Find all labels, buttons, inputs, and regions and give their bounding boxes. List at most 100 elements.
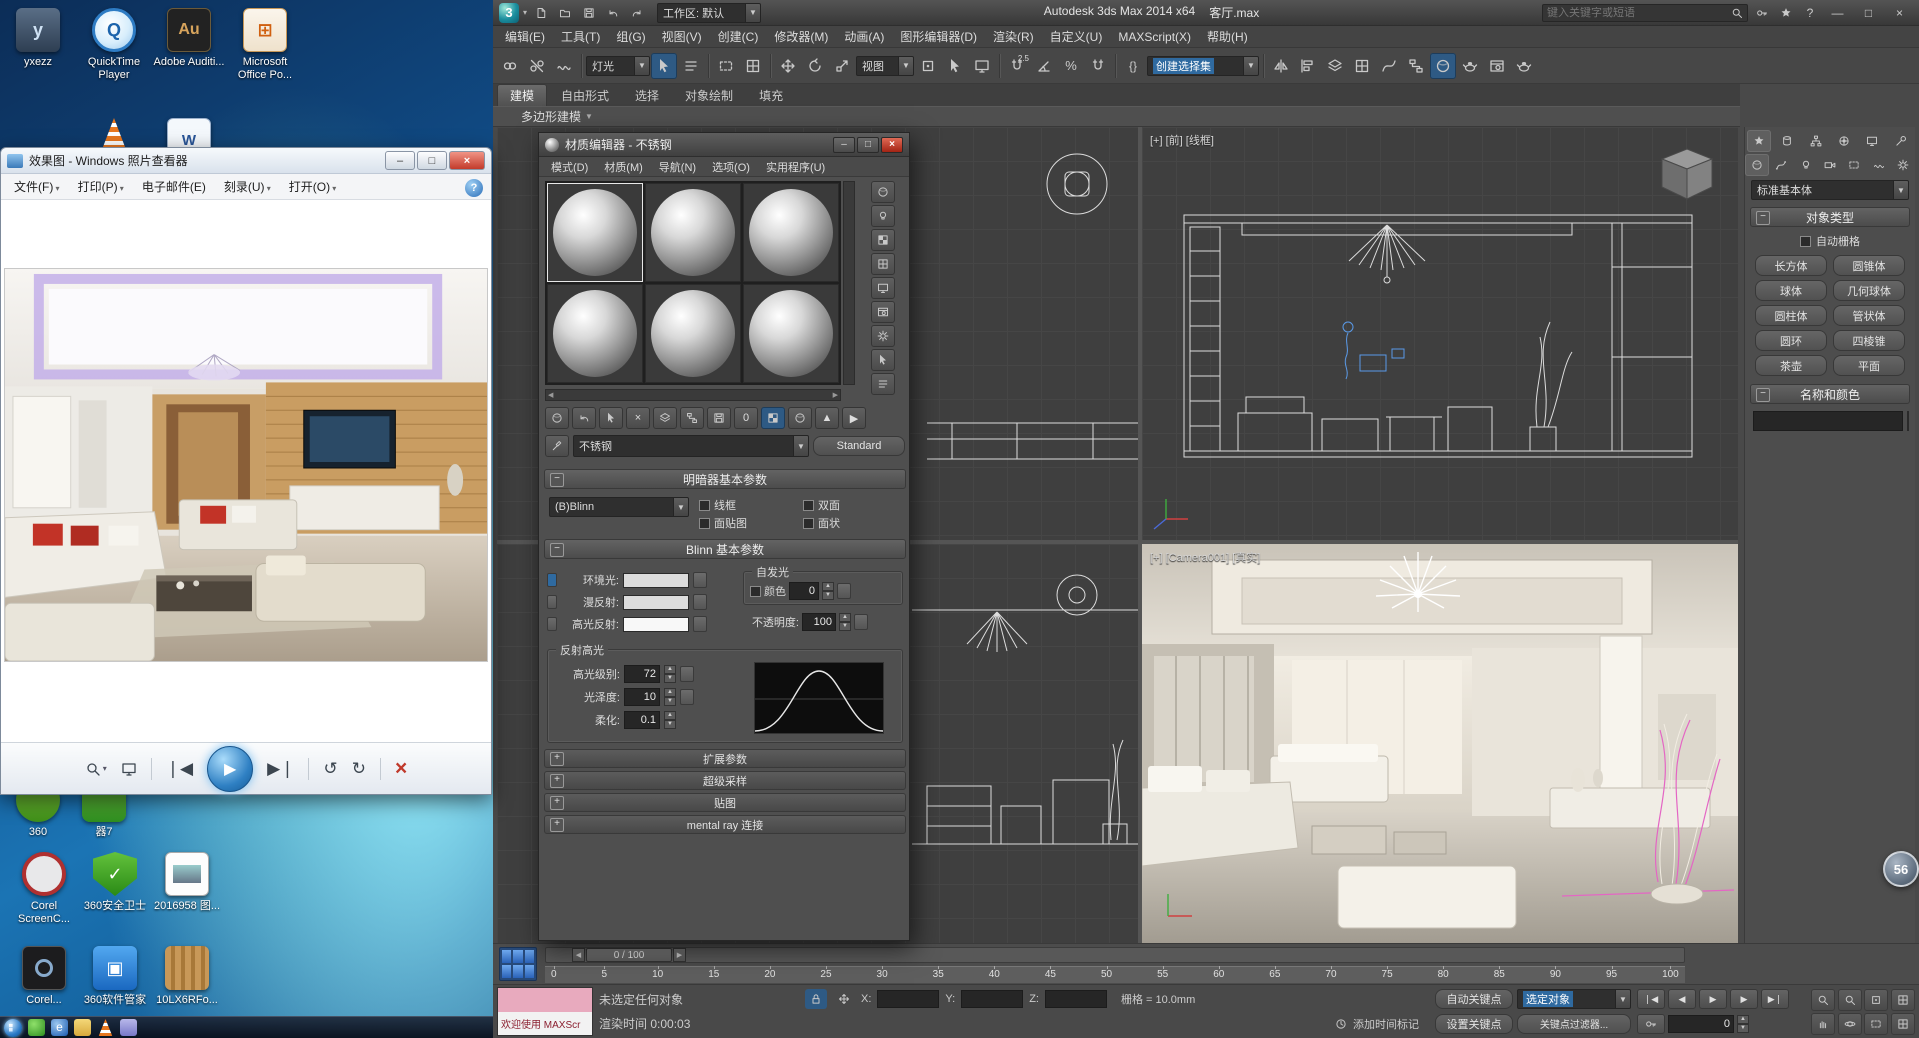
specular-level-spinner[interactable]: ▲▼	[664, 665, 676, 683]
sample-vertical-scrollbar[interactable]	[843, 181, 855, 385]
material-slot[interactable]	[645, 284, 741, 383]
diffuse-color-swatch[interactable]	[623, 595, 689, 610]
time-slider-next-icon[interactable]: ▶	[673, 948, 686, 962]
previous-frame-icon[interactable]: ◀	[1668, 989, 1696, 1009]
background-icon[interactable]	[871, 229, 895, 251]
undo-icon[interactable]	[603, 3, 623, 23]
glossiness-map-button[interactable]	[680, 689, 694, 705]
select-and-scale-icon[interactable]	[829, 53, 855, 79]
sign-in-icon[interactable]	[1752, 3, 1772, 23]
systems-category-icon[interactable]	[1891, 154, 1915, 176]
menu-item[interactable]: 电子邮件(E)	[133, 175, 215, 198]
shader-basic-params-rollout[interactable]: 明暗器基本参数	[544, 469, 906, 489]
layer-manager-icon[interactable]	[1322, 53, 1348, 79]
put-to-library-icon[interactable]	[707, 407, 731, 429]
delete-button[interactable]: ×	[395, 757, 407, 781]
app-menu-arrow-icon[interactable]: ▾	[523, 8, 527, 17]
y-coordinate-field[interactable]	[961, 990, 1023, 1008]
percent-snap-icon[interactable]: %	[1058, 53, 1084, 79]
add-time-tag[interactable]: 添加时间标记	[1353, 1016, 1419, 1032]
menu-item[interactable]: 自定义(U)	[1042, 26, 1111, 47]
macro-recorder-row[interactable]	[498, 988, 592, 1012]
named-selection-sets-dropdown[interactable]: 创建选择集▼	[1147, 56, 1259, 76]
opacity-spinner[interactable]: ▲▼	[839, 613, 851, 631]
select-object-icon[interactable]	[651, 53, 677, 79]
ambient-map-button[interactable]	[693, 572, 707, 588]
play-animation-icon[interactable]: ▶	[1699, 989, 1727, 1009]
material-editor-titlebar[interactable]: 材质编辑器 - 不锈钢 – □ ×	[539, 133, 909, 157]
utilities-tab-icon[interactable]	[1889, 130, 1913, 152]
frame-spinner[interactable]: ▲▼	[1737, 1015, 1749, 1033]
ribbon-tab[interactable]: 自由形式	[549, 85, 621, 106]
listener-row[interactable]: 欢迎使用 MAXScr	[498, 1012, 592, 1036]
go-to-sibling-icon[interactable]: ▶	[842, 407, 866, 429]
render-production-icon[interactable]	[1511, 53, 1537, 79]
self-illum-color-checkbox[interactable]	[750, 586, 761, 597]
backlight-icon[interactable]	[871, 205, 895, 227]
photo-viewer-titlebar[interactable]: 效果图 - Windows 照片查看器 – □ ×	[1, 148, 491, 174]
zoom-button[interactable]: ▾	[85, 761, 107, 777]
new-scene-icon[interactable]	[531, 3, 551, 23]
collapsed-rollout[interactable]: 扩展参数	[544, 749, 906, 768]
display-tab-icon[interactable]	[1860, 130, 1884, 152]
close-button[interactable]: ×	[881, 137, 903, 153]
menu-item[interactable]: 图形编辑器(D)	[892, 26, 985, 47]
object-type-button[interactable]: 圆柱体	[1755, 305, 1827, 326]
reset-map-icon[interactable]: ×	[626, 407, 650, 429]
time-slider-prev-icon[interactable]: ◀	[572, 948, 585, 962]
material-slot[interactable]	[743, 183, 839, 282]
go-to-parent-icon[interactable]: ▲	[815, 407, 839, 429]
favorites-icon[interactable]	[1776, 3, 1796, 23]
minimize-button[interactable]: —	[1824, 4, 1851, 22]
spinner-snap-icon[interactable]	[1085, 53, 1111, 79]
selection-filter-dropdown[interactable]: 灯光▼	[586, 56, 650, 76]
cameras-category-icon[interactable]	[1818, 154, 1842, 176]
desktop-icon-corel[interactable]: Corel...	[8, 946, 80, 1007]
glossiness-spinner[interactable]: ▲▼	[664, 688, 676, 706]
maxscript-mini-listener[interactable]: 欢迎使用 MAXScr	[497, 987, 593, 1036]
taskbar-360-browser-icon[interactable]	[28, 1019, 45, 1036]
close-button[interactable]: ×	[449, 151, 485, 170]
zoom-all-icon[interactable]	[1838, 989, 1862, 1011]
max-titlebar[interactable]: 3 ▾ 工作区: 默认▼ Autodesk 3ds Max 2014 x64 客…	[493, 0, 1919, 26]
graphite-ribbon-toggle-icon[interactable]	[1349, 53, 1375, 79]
opacity-map-button[interactable]	[854, 614, 868, 630]
zoom-icon[interactable]	[1811, 989, 1835, 1011]
glossiness-value[interactable]: 10	[624, 688, 660, 706]
rendered-frame-window-icon[interactable]	[1484, 53, 1510, 79]
material-editor-icon[interactable]	[1430, 53, 1456, 79]
material-map-navigator-icon[interactable]	[871, 373, 895, 395]
opacity-value[interactable]: 100	[802, 613, 836, 631]
menu-item[interactable]: 打开(O)	[280, 175, 346, 198]
object-type-button[interactable]: 圆环	[1755, 330, 1827, 351]
menu-item[interactable]: 打印(P)	[69, 175, 133, 198]
help-icon[interactable]: ?	[465, 179, 483, 197]
auto-key-button[interactable]: 自动关键点	[1435, 989, 1513, 1009]
helpers-category-icon[interactable]	[1842, 154, 1866, 176]
desktop-icon-quicktime[interactable]: Q QuickTime Player	[78, 8, 150, 82]
set-key-button[interactable]: 设置关键点	[1435, 1014, 1513, 1034]
ribbon-tab[interactable]: 对象绘制	[673, 85, 745, 106]
material-slot[interactable]	[547, 183, 643, 282]
render-setup-icon[interactable]	[1457, 53, 1483, 79]
shader-flag-checkbox[interactable]: 面状	[803, 515, 901, 531]
self-illum-map-button[interactable]	[837, 583, 851, 599]
spacewarps-category-icon[interactable]	[1867, 154, 1891, 176]
sample-horizontal-scrollbar[interactable]: ◀▶	[545, 389, 841, 401]
time-slider-handle[interactable]: 0 / 100	[586, 948, 672, 962]
go-to-start-icon[interactable]: ❘◀	[1637, 989, 1665, 1009]
menu-item[interactable]: 渲染(R)	[985, 26, 1042, 47]
video-color-check-icon[interactable]	[871, 277, 895, 299]
current-frame-field[interactable]	[1668, 1015, 1734, 1033]
key-mode-toggle-icon[interactable]	[1637, 1014, 1665, 1034]
object-name-field[interactable]	[1753, 411, 1903, 431]
search-icon[interactable]	[1731, 7, 1743, 19]
play-slideshow-button[interactable]: ▶	[207, 746, 253, 792]
orbit-icon[interactable]	[1838, 1013, 1862, 1035]
soften-value[interactable]: 0.1	[624, 711, 660, 729]
self-illum-spinner[interactable]: ▲▼	[822, 582, 834, 600]
menu-item[interactable]: 视图(V)	[654, 26, 710, 47]
maximize-button[interactable]: □	[1855, 4, 1882, 22]
desktop-icon-yxezz[interactable]: y yxezz	[2, 8, 74, 69]
maximize-button[interactable]: □	[857, 137, 879, 153]
